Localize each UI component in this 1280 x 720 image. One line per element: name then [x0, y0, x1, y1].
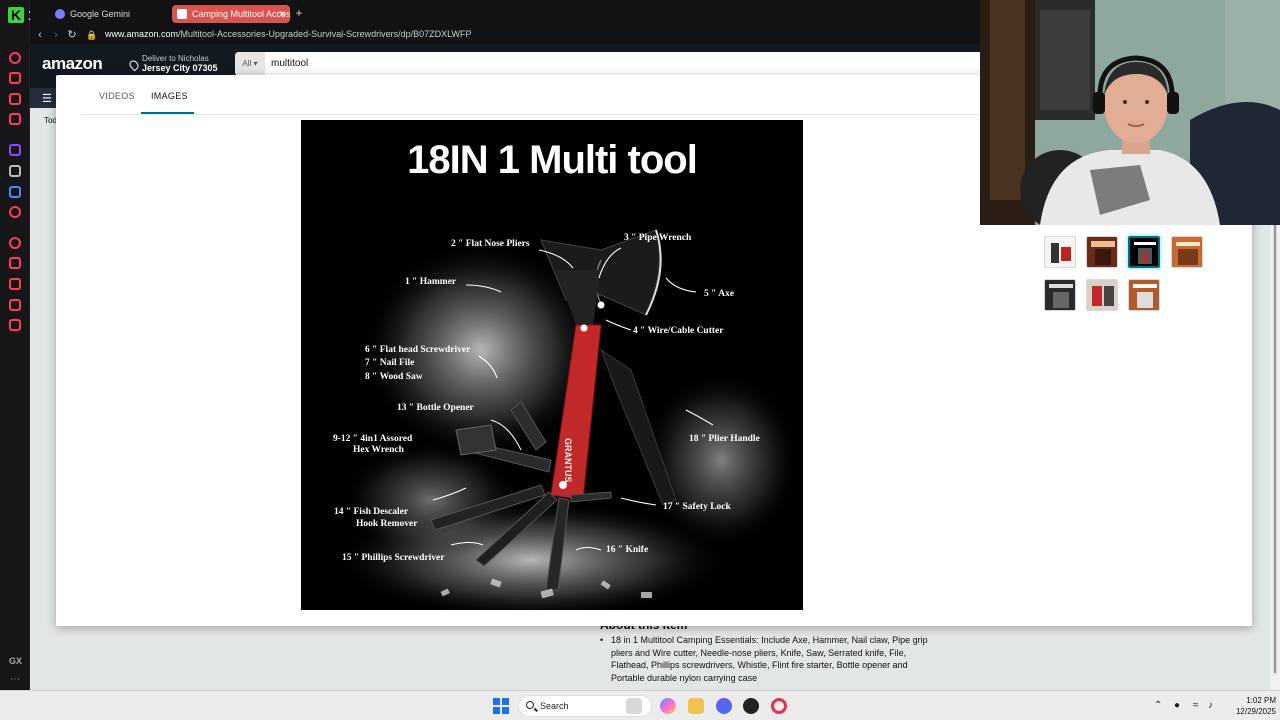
x-icon[interactable]	[9, 165, 21, 177]
lock-icon[interactable]: 🔒	[85, 28, 99, 42]
label-hook-remover: Hook Remover	[356, 519, 418, 529]
history-icon[interactable]	[9, 237, 21, 249]
search-category-value: All	[242, 59, 252, 68]
label-hammer: 1 ″ Hammer	[405, 277, 457, 287]
label-bottle-opener: 13 ″ Bottle Opener	[397, 403, 474, 413]
url-host: www.amazon.com	[105, 29, 179, 39]
sidebar-app-icon[interactable]	[9, 257, 21, 269]
label-fish-descaler: 14 ″ Fish Descaler	[334, 507, 409, 517]
opera-gx-icon[interactable]	[771, 698, 787, 714]
list-item: 18 in 1 Multitool Camping Essentials: In…	[600, 634, 940, 684]
sidebar-app-icon[interactable]	[9, 52, 21, 64]
forward-button[interactable]: ›	[49, 28, 63, 42]
amazon-favicon-icon	[177, 9, 187, 19]
browser-logo-icon[interactable]: K	[8, 7, 24, 23]
deliver-to[interactable]: Deliver to Nicholas Jersey City 07305	[127, 54, 218, 73]
active-tab-indicator	[141, 112, 194, 114]
label-plier-handle: 18 ″ Plier Handle	[689, 434, 760, 444]
back-button[interactable]: ‹	[33, 28, 47, 42]
sidebar-app-icon[interactable]	[9, 93, 21, 105]
taskbar-search-label: Search	[540, 701, 569, 711]
url-field[interactable]: www.amazon.com/Multitool-Accessories-Upg…	[105, 29, 471, 39]
tab-title: Camping Multitool Accesso	[192, 9, 290, 19]
label-phillips-screwdriver: 15 ″ Phillips Screwdriver	[342, 553, 445, 563]
tab-google-gemini[interactable]: Google Gemini	[50, 5, 170, 23]
menu-icon[interactable]: ☰	[42, 92, 52, 105]
new-tab-button[interactable]: +	[292, 6, 306, 20]
discord-icon[interactable]	[716, 698, 732, 714]
twitch-icon[interactable]	[9, 144, 21, 156]
close-tab-icon[interactable]: ✕	[278, 5, 286, 23]
tab-amazon-product[interactable]: Camping Multitool Accesso ✕	[172, 5, 290, 23]
label-flat-head-screwdriver: 6 ″ Flat head Screwdriver	[365, 345, 471, 355]
more-icon[interactable]: ⋯	[10, 674, 20, 685]
sidebar-app-icon[interactable]	[9, 206, 21, 218]
label-pipe-wrench: 3 ″ Pipe Wrench	[624, 233, 692, 243]
todays-deals-link[interactable]: Tod	[44, 116, 57, 125]
label-wire-cable-cutter: 4 ″ Wire/Cable Cutter	[633, 326, 724, 336]
wifi-icon[interactable]: ≈	[1193, 700, 1199, 711]
microphone-icon[interactable]: ●	[1174, 700, 1180, 711]
thumbnail-5[interactable]	[1044, 279, 1076, 311]
thumbnail-7[interactable]	[1128, 279, 1160, 311]
image-title: 18IN 1 Multi tool	[407, 138, 698, 182]
clock[interactable]: 1:02 PM 12/29/2025	[1222, 695, 1276, 717]
volume-icon[interactable]: ♪	[1208, 700, 1213, 711]
thumbnail-1[interactable]	[1044, 236, 1076, 268]
search-category-select[interactable]: All ▾	[235, 52, 265, 76]
webcam-overlay	[980, 0, 1280, 225]
sidebar-app-icon[interactable]	[9, 299, 21, 311]
deliver-label: Deliver to Nicholas	[142, 54, 209, 63]
thumbnail-4[interactable]	[1171, 236, 1203, 268]
taskbar: Search ⌃ ● ≈ ♪ 1:02 PM 12/29/2025	[0, 690, 1280, 720]
search-input[interactable]: multitool	[271, 52, 308, 76]
search-icon	[526, 701, 534, 709]
sidebar-app-icon[interactable]	[9, 72, 21, 84]
label-wood-saw: 8 ″ Wood Saw	[365, 372, 423, 382]
obs-icon[interactable]	[743, 698, 759, 714]
tab-images[interactable]: IMAGES	[151, 91, 188, 101]
deliver-location: Jersey City 07305	[142, 63, 218, 73]
tab-bar: Google Gemini Camping Multitool Accesso …	[30, 0, 980, 26]
clock-date: 12/29/2025	[1235, 707, 1276, 716]
sidebar-app-icon[interactable]	[9, 113, 21, 125]
brand-label: GRANTUS	[563, 438, 573, 483]
gemini-icon	[55, 9, 65, 19]
browser-sidebar: K GX ⋯	[0, 0, 30, 690]
thumbnail-3-selected[interactable]	[1128, 236, 1160, 268]
amazon-logo[interactable]: amazon	[42, 54, 103, 74]
start-button[interactable]	[493, 698, 509, 714]
sidebar-app-icon[interactable]	[9, 186, 21, 198]
label-axe: 5 ″ Axe	[704, 289, 735, 299]
about-list: 18 in 1 Multitool Camping Essentials: In…	[600, 634, 940, 686]
label-knife: 16 ″ Knife	[606, 545, 649, 555]
settings-icon[interactable]	[9, 319, 21, 331]
tab-videos[interactable]: VIDEOS	[99, 91, 135, 101]
thumbnail-grid	[1044, 236, 1224, 326]
sidebar-app-icon[interactable]	[9, 278, 21, 290]
main-product-image[interactable]: 18IN 1 Multi tool GRANTUS 2 ″ Flat Nose …	[301, 120, 803, 610]
thumbnail-2[interactable]	[1086, 236, 1118, 268]
url-path: /Multitool-Accessories-Upgraded-Survival…	[178, 29, 472, 39]
thumbnail-6[interactable]	[1086, 279, 1118, 311]
reload-button[interactable]: ↻	[65, 28, 79, 42]
tab-title: Google Gemini	[70, 9, 131, 19]
label-hex-wrench: 9-12 ″ 4in1 Assored	[333, 434, 413, 444]
show-hidden-icons-icon[interactable]: ⌃	[1154, 700, 1162, 711]
label-flat-nose-pliers: 2 ″ Flat Nose Pliers	[451, 239, 530, 249]
gx-label: GX	[9, 656, 23, 666]
label-hex-wrench-2: Hex Wrench	[353, 445, 404, 455]
clock-time: 1:02 PM	[1246, 696, 1276, 705]
amazon-search-bar: All ▾ multitool	[235, 52, 995, 76]
taskbar-app-icon[interactable]	[626, 698, 642, 714]
streamer-webcam-image	[980, 0, 1280, 225]
label-safety-lock: 17 ″ Safety Lock	[663, 502, 731, 512]
label-nail-file: 7 ″ Nail File	[365, 358, 415, 368]
copilot-icon[interactable]	[660, 698, 676, 714]
file-explorer-icon[interactable]	[688, 698, 704, 714]
address-bar: ‹ › ↻ 🔒 www.amazon.com/Multitool-Accesso…	[30, 26, 980, 44]
